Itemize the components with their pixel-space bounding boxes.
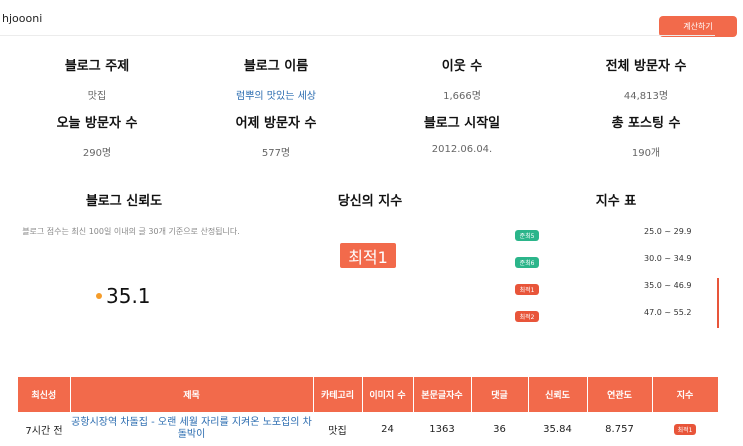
cell-recency: 7시간 전 [25,425,63,437]
index-pill: 준최5 [515,230,539,241]
header-divider [0,35,715,36]
table-row: 7시간 전 공항시장역 차돌집 - 오랜 세월 자리를 지켜온 노포집의 차돌박… [18,412,718,446]
col-header-images[interactable]: 이미지 수 [362,377,414,412]
stat-value: 577명 [261,148,291,159]
stat-value: 맛집 [87,91,107,102]
index-pill: 최적1 [515,284,539,295]
cell-comments: 36 [493,423,506,435]
trust-title: 블로그 신뢰도 [85,194,163,209]
index-range: 35.0 ~ 46.9 [644,281,692,290]
stat-blog-name: 블로그 이름 럼뿌의 맛있는 세상 [176,55,376,102]
col-header-category[interactable]: 카테고리 [313,377,363,412]
col-header-index[interactable]: 지수 [652,377,719,412]
stat-title: 오늘 방문자 수 [56,116,138,131]
stat-start-date: 블로그 시작일 2012.06.04. [362,112,562,155]
stat-value: 190개 [631,148,661,159]
calculate-button[interactable]: 계산하기 [659,16,737,37]
stat-value: 2012.06.04. [431,144,493,155]
stat-yesterday-visitors: 어제 방문자 수 577명 [176,112,376,159]
stat-total-visitors: 전체 방문자 수 44,813명 [546,55,743,102]
blog-name-link[interactable]: 럼뿌의 맛있는 세상 [176,87,376,102]
results-table: 최신성 제목 카테고리 이미지 수 본문글자수 댓글 신뢰도 연관도 지수 7시… [18,377,719,446]
stat-today-visitors: 오늘 방문자 수 290명 [0,112,197,159]
stat-neighbors: 이웃 수 1,666명 [362,55,562,102]
score-dot-icon [96,293,102,299]
cell-category: 맛집 [328,425,347,437]
index-range: 25.0 ~ 29.9 [644,227,692,236]
cell-chars: 1363 [429,423,455,435]
trust-score-value: 35.1 [106,284,151,308]
stat-title: 총 포스팅 수 [611,116,681,131]
post-title-link[interactable]: 공항시장역 차돌집 - 오랜 세월 자리를 지켜온 노포집의 차돌박이 [70,412,313,446]
stat-title: 블로그 시작일 [423,116,501,131]
cell-trust: 35.84 [543,423,572,435]
stat-value: 290명 [82,148,112,159]
stat-topic: 블로그 주제 맛집 [0,55,197,102]
col-header-chars[interactable]: 본문글자수 [413,377,472,412]
trust-note: 블로그 점수는 최신 100일 이내의 글 30개 기준으로 산정됩니다. [22,227,240,236]
stat-total-posts: 총 포스팅 수 190개 [546,112,743,159]
stat-value: 44,813명 [623,91,669,102]
col-header-comments[interactable]: 댓글 [471,377,529,412]
trust-score: 35.1 [96,284,151,308]
cell-index: 최적1 [652,412,718,446]
index-title: 당신의 지수 [337,194,403,209]
stat-title: 이웃 수 [441,59,483,74]
stat-title: 블로그 주제 [64,59,130,74]
index-pill: 최적2 [515,311,539,322]
col-header-recency[interactable]: 최신성 [18,377,71,412]
stat-title: 블로그 이름 [243,59,309,74]
index-table-title: 지수 표 [595,194,637,209]
username: hjoooni [2,12,43,25]
stat-value: 1,666명 [443,91,481,102]
col-header-relevance[interactable]: 연관도 [587,377,653,412]
index-badge: 최적1 [340,243,396,268]
index-range: 47.0 ~ 55.2 [644,308,692,317]
index-pill: 준최6 [515,257,539,268]
index-range: 30.0 ~ 34.9 [644,254,692,263]
col-header-title[interactable]: 제목 [70,377,314,412]
table-header-row: 최신성 제목 카테고리 이미지 수 본문글자수 댓글 신뢰도 연관도 지수 [18,377,719,412]
cell-relevance: 8.757 [605,423,634,435]
stat-title: 어제 방문자 수 [235,116,317,131]
cell-images: 24 [381,423,394,435]
stat-title: 전체 방문자 수 [605,59,687,74]
index-pill: 최적1 [673,423,697,435]
current-range-indicator [717,278,719,328]
col-header-trust[interactable]: 신뢰도 [528,377,588,412]
